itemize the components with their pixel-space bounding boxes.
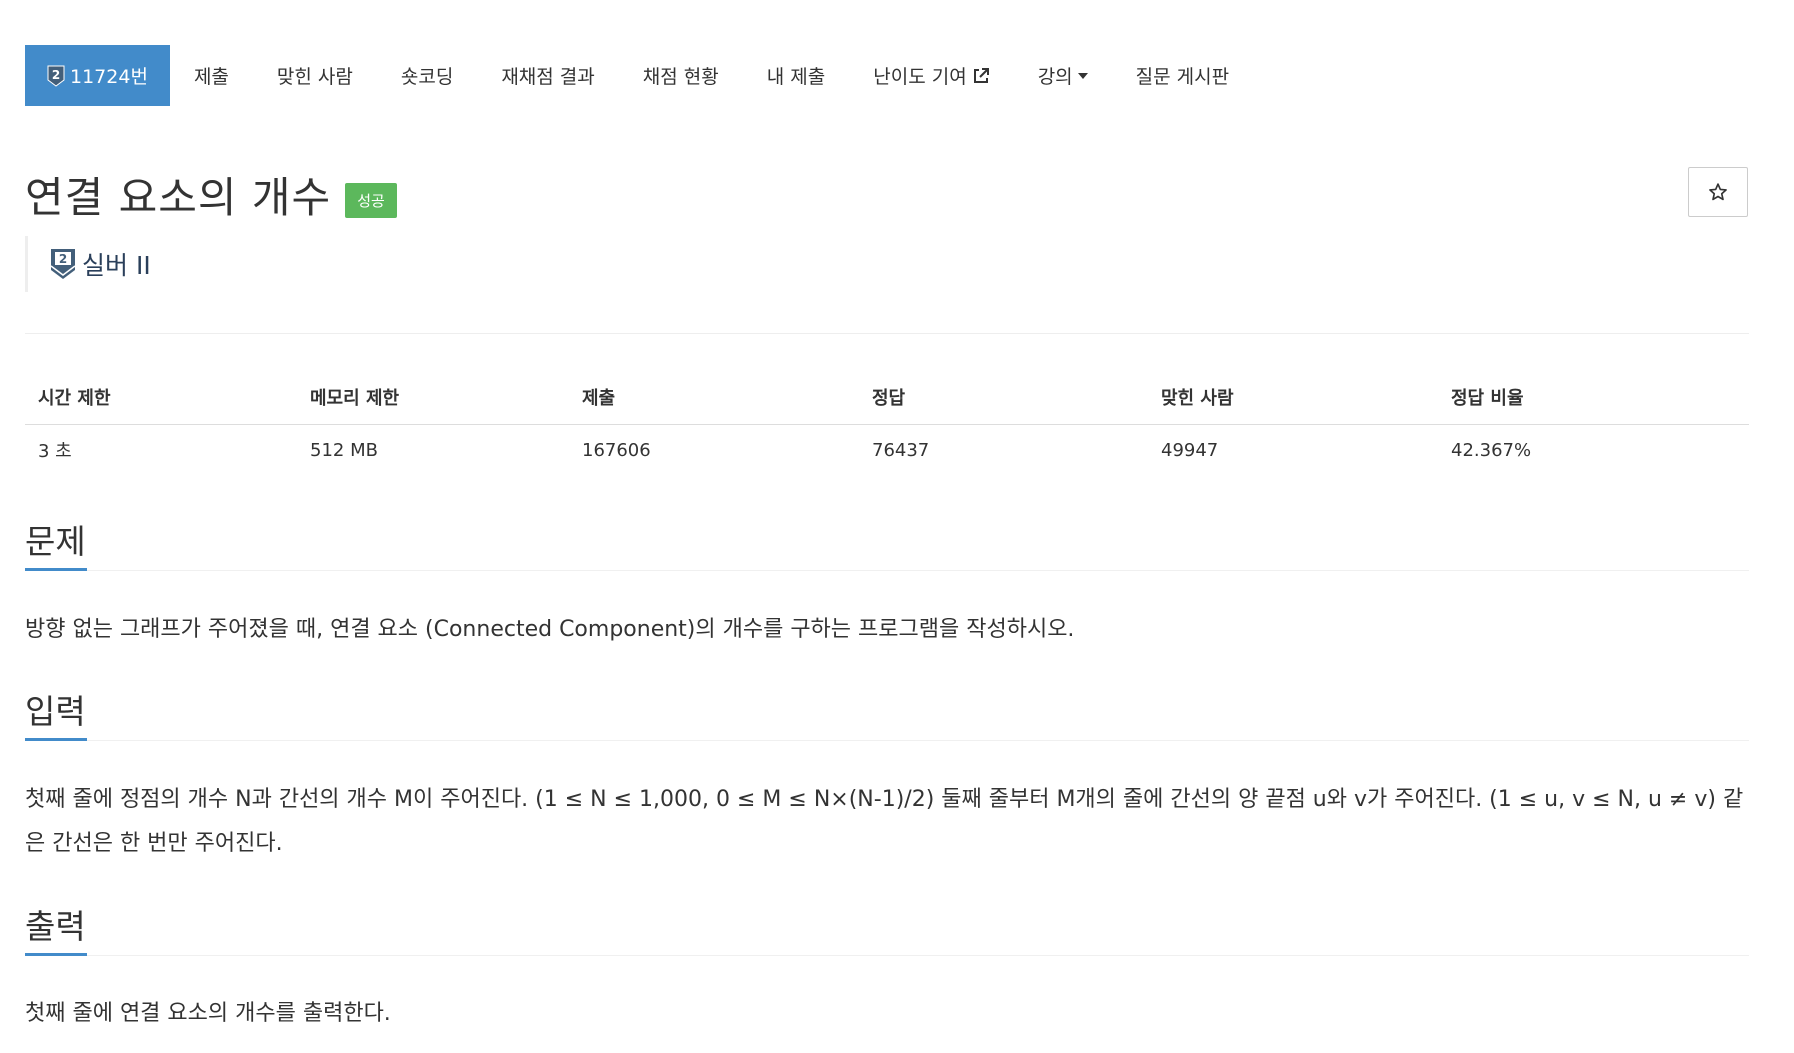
nav-problem-number[interactable]: 2 11724번 (25, 45, 170, 106)
section-underline (25, 738, 87, 741)
header-memory-limit: 메모리 제한 (297, 370, 569, 425)
nav-submit[interactable]: 제출 (170, 45, 253, 106)
favorite-star-button[interactable] (1688, 167, 1748, 217)
tier-label: 실버 II (82, 251, 151, 280)
nav-my-submissions[interactable]: 내 제출 (743, 45, 849, 106)
nav-problem-number-label: 11724번 (70, 66, 148, 88)
external-link-icon (973, 67, 989, 83)
silver-tier-shield-icon: 2 (50, 249, 76, 279)
section-divider (25, 955, 1749, 956)
section-divider (25, 570, 1749, 571)
page-title: 연결 요소의 개수 (25, 173, 332, 222)
header-submissions: 제출 (569, 370, 859, 425)
header-accepted: 정답 (859, 370, 1148, 425)
problem-description-text: 방향 없는 그래프가 주어졌을 때, 연결 요소 (Connected Comp… (25, 617, 1075, 642)
star-icon (1709, 183, 1727, 201)
section-title-output: 출력 (25, 907, 86, 946)
section-title-input: 입력 (25, 692, 86, 731)
nav-rejudge-results[interactable]: 재채점 결과 (477, 45, 618, 106)
difficulty-tier: 2 실버 II (25, 236, 151, 292)
header-accept-ratio: 정답 비율 (1438, 370, 1749, 425)
nav-lectures-dropdown[interactable]: 강의 (1014, 45, 1112, 106)
problem-output-text: 첫째 줄에 연결 요소의 개수를 출력한다. (25, 1001, 391, 1026)
nav-question-board[interactable]: 질문 게시판 (1112, 45, 1253, 106)
header-time-limit: 시간 제한 (25, 370, 297, 425)
nav-solvers[interactable]: 맞힌 사람 (253, 45, 377, 106)
problem-info-table: 시간 제한 메모리 제한 제출 정답 맞힌 사람 정답 비율 3 초 512 M… (25, 370, 1749, 475)
section-title-description: 문제 (25, 522, 86, 561)
nav-lectures-label: 강의 (1037, 66, 1073, 88)
problem-input-text: 첫째 줄에 정점의 개수 N과 간선의 개수 M이 주어진다. (1 ≤ N ≤… (25, 787, 1744, 856)
divider (25, 333, 1749, 334)
table-header-row: 시간 제한 메모리 제한 제출 정답 맞힌 사람 정답 비율 (25, 370, 1749, 425)
value-accept-ratio: 42.367% (1451, 439, 1532, 461)
nav-solvers-label: 맞힌 사람 (276, 66, 353, 88)
nav-question-board-label: 질문 게시판 (1135, 66, 1230, 88)
svg-text:2: 2 (52, 68, 60, 82)
table-row: 3 초 512 MB 167606 76437 49947 42.367% (25, 425, 1749, 476)
header-solvers: 맞힌 사람 (1148, 370, 1438, 425)
nav-judge-status[interactable]: 채점 현황 (619, 45, 743, 106)
value-time-limit: 3 초 (38, 441, 72, 462)
silver-tier-shield-icon: 2 (47, 65, 65, 87)
section-underline (25, 568, 87, 571)
problem-nav: 2 11724번 제출 맞힌 사람 숏코딩 재채점 결과 채점 현황 내 제출 … (25, 45, 1253, 106)
nav-short-coding[interactable]: 숏코딩 (377, 45, 477, 106)
nav-rejudge-results-label: 재채점 결과 (501, 66, 595, 88)
nav-my-submissions-label: 내 제출 (766, 66, 826, 88)
nav-short-coding-label: 숏코딩 (400, 66, 454, 88)
svg-text:2: 2 (59, 252, 67, 266)
nav-submit-label: 제출 (193, 66, 229, 88)
nav-judge-status-label: 채점 현황 (642, 66, 719, 88)
nav-difficulty-contribution[interactable]: 난이도 기여 (849, 45, 1013, 106)
section-divider (25, 740, 1749, 741)
status-badge: 성공 (345, 183, 397, 218)
problem-header: 연결 요소의 개수 성공 (25, 164, 397, 225)
nav-difficulty-contribution-label: 난이도 기여 (873, 66, 967, 88)
section-underline (25, 953, 87, 956)
value-solvers: 49947 (1161, 439, 1219, 461)
value-accepted: 76437 (872, 439, 930, 461)
caret-down-icon (1077, 72, 1088, 79)
value-memory-limit: 512 MB (310, 439, 378, 461)
value-submissions: 167606 (582, 439, 651, 461)
